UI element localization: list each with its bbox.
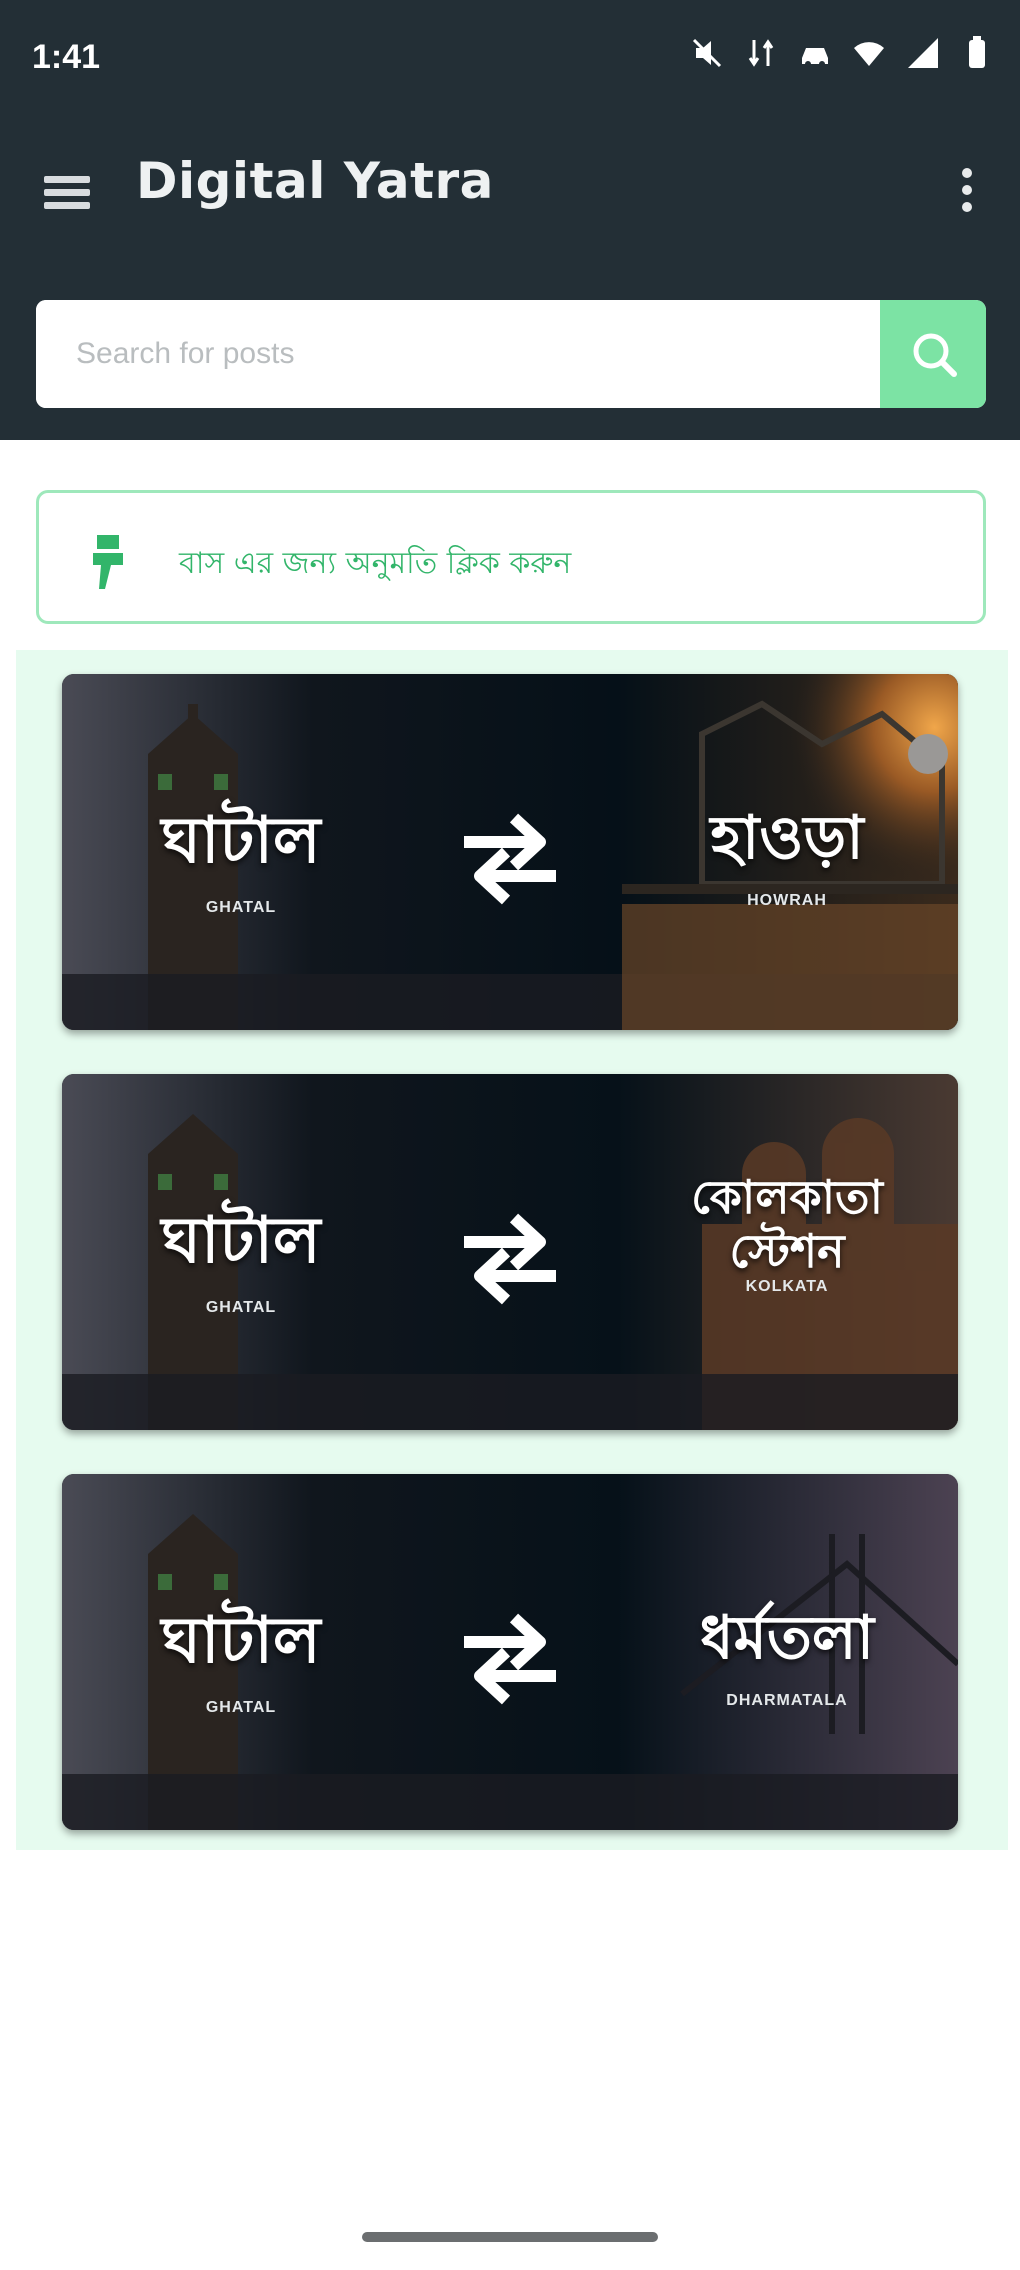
destination-name-en: KOLKATA [745,1278,829,1295]
swap-icon [464,1213,556,1305]
home-indicator[interactable] [362,2232,658,2242]
search-input[interactable] [36,300,882,408]
origin-name-bn: ঘাটাল [161,1204,321,1278]
origin-name-bn: ঘাটাল [161,1604,321,1678]
destination-name-en: DHARMATALA [726,1692,848,1709]
origin-name-en: GHATAL [205,1699,277,1716]
app-bar: Digital Yatra [0,130,1020,240]
origin-name-en: GHATAL [205,1299,277,1316]
routes-list: ঘাটাল GHATAL হাওড়া HOWRAH ঘাটাল GHATAL … [16,650,1008,1850]
destination-name-bn-line1: কোলকাতা [691,1170,883,1224]
route-destination: হাওড়া HOWRAH [662,792,912,910]
hamburger-icon[interactable] [36,164,102,220]
car-icon [796,34,834,72]
route-origin: ঘাটাল GHATAL [126,1592,356,1717]
app-title: Digital Yatra [136,152,494,210]
route-card-ghatal-howrah[interactable]: ঘাটাল GHATAL হাওড়া HOWRAH [62,674,958,1030]
status-icons [688,34,996,72]
origin-name-en: GHATAL [205,899,277,916]
route-card-ghatal-dharmatala[interactable]: ঘাটাল GHATAL ধর্মতলা DHARMATALA [62,1474,958,1830]
route-origin: ঘাটাল GHATAL [126,1192,356,1317]
route-destination: ধর্মতলা DHARMATALA [652,1592,922,1710]
notice-text: বাস এর জন্য অনুমতি ক্লিক করুন [179,546,572,581]
route-card-ghatal-kolkata[interactable]: ঘাটাল GHATAL কোলকাতা স্টেশন KOLKATA [62,1074,958,1430]
battery-icon [958,34,996,72]
thumbs-up-icon [93,535,123,589]
status-bar: 1:41 [0,0,1020,120]
swap-icon [464,1613,556,1705]
signal-icon [904,34,942,72]
bus-permission-notice[interactable]: বাস এর জন্য অনুমতি ক্লিক করুন [36,490,986,624]
search-button[interactable] [880,300,986,408]
data-icon [742,34,780,72]
search-icon [913,333,957,377]
status-time: 1:41 [32,38,101,76]
route-origin: ঘাটাল GHATAL [126,792,356,917]
top-header: 1:41 Digital Yatra [0,0,1020,440]
more-vertical-icon[interactable] [942,160,992,220]
destination-name-bn: হাওড়া [710,803,864,873]
destination-name-bn-line2: স্টেশন [729,1224,845,1278]
search-bar [36,300,986,408]
wifi-icon [850,34,888,72]
swap-icon [464,813,556,905]
destination-name-en: HOWRAH [747,892,827,909]
origin-name-bn: ঘাটাল [161,804,321,878]
destination-name-bn: ধর্মতলা [699,1603,875,1673]
mute-icon [688,34,726,72]
route-destination: কোলকাতা স্টেশন KOLKATA [652,1170,922,1296]
